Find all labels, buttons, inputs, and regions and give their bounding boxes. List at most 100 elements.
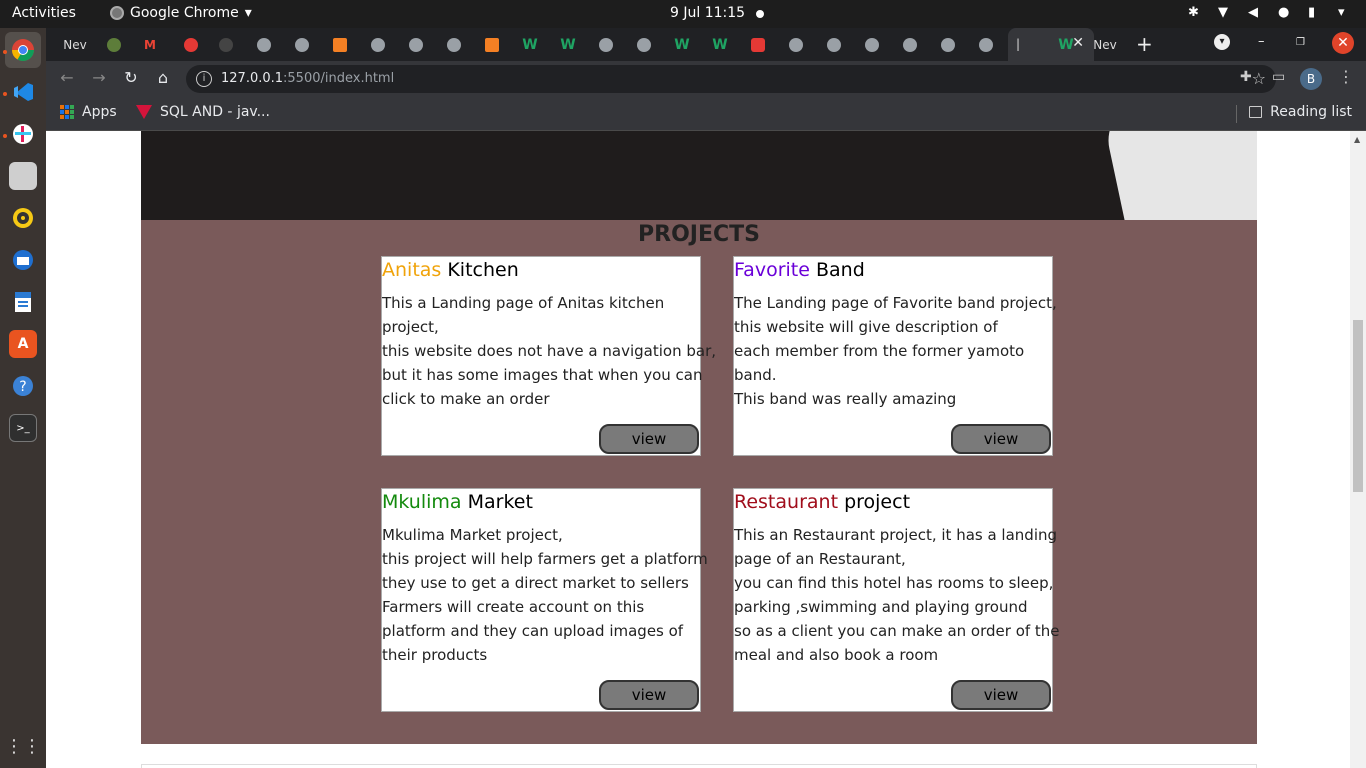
dock-terminal-icon[interactable]: >_ — [9, 414, 37, 442]
card-line: Farmers will create account on this — [382, 598, 645, 616]
activities-button[interactable]: Activities — [12, 5, 76, 21]
tree-favicon-icon — [107, 38, 121, 52]
tab[interactable] — [898, 34, 922, 56]
tab[interactable]: W — [1054, 34, 1078, 56]
tab[interactable] — [176, 34, 206, 56]
bookmark-star-icon[interactable]: ☆ — [1252, 69, 1266, 88]
dock-chrome-icon[interactable] — [5, 32, 41, 68]
forward-arrow-icon[interactable]: → — [88, 68, 110, 87]
hero-image — [141, 131, 1257, 220]
scroll-up-arrow-icon[interactable]: ▲ — [1354, 135, 1360, 144]
dock-writer-icon[interactable] — [9, 288, 37, 316]
w3schools-favicon-icon: W — [522, 37, 538, 53]
running-indicator — [3, 134, 7, 138]
back-arrow-icon[interactable]: ← — [56, 68, 78, 87]
profile-avatar[interactable]: B — [1300, 68, 1322, 90]
show-applications-icon[interactable]: ⋮⋮ — [5, 732, 41, 760]
bookmark-apps[interactable]: Apps — [60, 104, 117, 120]
minimize-icon[interactable]: – — [1258, 34, 1265, 49]
tab[interactable] — [784, 34, 808, 56]
tab[interactable] — [328, 34, 352, 56]
tab[interactable]: Nev — [1090, 34, 1120, 56]
tab-search-icon[interactable]: ▾ — [1214, 34, 1230, 50]
reload-icon[interactable]: ↻ — [120, 68, 142, 87]
gmail-favicon-icon: M — [144, 38, 156, 52]
section-title: PROJECTS — [638, 222, 760, 247]
tab[interactable] — [442, 34, 466, 56]
tab[interactable] — [102, 34, 126, 56]
tab[interactable] — [214, 34, 238, 56]
active-tab[interactable]: | ✕ — [1008, 28, 1094, 61]
card-title-rest: Market — [461, 491, 533, 513]
w3schools-favicon-icon: W — [712, 37, 728, 53]
tab[interactable] — [860, 34, 884, 56]
restore-icon[interactable]: ❐ — [1296, 37, 1305, 48]
view-button[interactable]: view — [951, 424, 1051, 454]
dock-vscode-icon[interactable] — [9, 78, 37, 106]
tab[interactable]: W — [670, 34, 694, 56]
page-scrollbar[interactable]: ▲ — [1350, 131, 1366, 768]
system-tray[interactable]: ✱ ▼ ◀ ● ▮ ▾ — [1188, 5, 1352, 20]
power-menu-icon[interactable]: ▾ — [1338, 5, 1352, 20]
tab[interactable] — [822, 34, 846, 56]
active-tab-label: | — [1016, 37, 1021, 51]
scrollbar-thumb[interactable] — [1353, 320, 1363, 492]
cast-icon[interactable]: ▭ — [1272, 69, 1285, 85]
project-card-anitas: Anitas Kitchen This a Landing page of An… — [381, 256, 716, 456]
tab[interactable] — [632, 34, 656, 56]
page-viewport: PROJECTS Anitas Kitchen This a Landing p… — [46, 131, 1350, 768]
tab-label: Nev — [63, 38, 87, 52]
extensions-puzzle-icon[interactable]: ✚ — [1240, 69, 1252, 85]
tab[interactable] — [594, 34, 618, 56]
bookmark-sql[interactable]: SQL AND - jav... — [136, 104, 270, 120]
reading-list-button[interactable]: Reading list — [1249, 104, 1352, 120]
tab[interactable] — [746, 34, 770, 56]
battery-icon[interactable]: ▮ — [1308, 5, 1322, 20]
globe-favicon-icon — [865, 38, 879, 52]
dock-rhythmbox-icon[interactable] — [9, 204, 37, 232]
card-line: The Landing page of Favorite band projec… — [734, 294, 1057, 312]
tab[interactable]: M — [138, 34, 162, 56]
slack-tray-icon[interactable]: ✱ — [1188, 5, 1202, 20]
card-title-highlight: Favorite — [734, 259, 810, 281]
microphone-icon[interactable]: ● — [1278, 5, 1292, 20]
url-host: 127.0.0.1 — [221, 71, 284, 86]
card-title-highlight: Restaurant — [734, 491, 839, 513]
view-button[interactable]: view — [599, 424, 699, 454]
card-title-rest: Kitchen — [441, 259, 519, 281]
address-bar[interactable]: i 127.0.0.1:5500/index.html ☆ — [186, 65, 1276, 93]
tab[interactable] — [290, 34, 314, 56]
url-text[interactable]: 127.0.0.1:5500/index.html — [221, 71, 394, 86]
tab[interactable] — [974, 34, 998, 56]
app-menu[interactable]: Google Chrome ▾ — [110, 5, 252, 21]
tab[interactable] — [936, 34, 960, 56]
site-info-icon[interactable]: i — [196, 71, 212, 87]
volume-icon[interactable]: ◀ — [1248, 5, 1262, 20]
card-title: Restaurant project — [734, 489, 1052, 519]
view-button[interactable]: view — [951, 680, 1051, 710]
new-tab-plus-icon[interactable]: + — [1136, 32, 1153, 56]
tab[interactable]: Nev — [60, 34, 90, 56]
clock[interactable]: 9 Jul 11:15 — [670, 5, 745, 21]
tab-label: Nev — [1093, 38, 1117, 52]
kebab-menu-icon[interactable]: ⋮ — [1338, 67, 1354, 86]
tab[interactable]: W — [518, 34, 542, 56]
close-window-icon[interactable]: ✕ — [1332, 32, 1354, 54]
dock-slack-icon[interactable] — [9, 120, 37, 148]
dock-software-center-icon[interactable]: A — [9, 330, 37, 358]
tab[interactable] — [366, 34, 390, 56]
v-logo-icon — [136, 105, 152, 119]
tab[interactable] — [252, 34, 276, 56]
tab[interactable]: W — [556, 34, 580, 56]
dock-files-icon[interactable] — [9, 162, 37, 190]
app-menu-label: Google Chrome — [130, 5, 239, 21]
tab[interactable] — [404, 34, 428, 56]
home-icon[interactable]: ⌂ — [152, 68, 174, 87]
view-button[interactable]: view — [599, 680, 699, 710]
w3schools-favicon-icon: W — [1058, 37, 1074, 53]
dock-thunderbird-icon[interactable] — [9, 246, 37, 274]
wifi-icon[interactable]: ▼ — [1218, 5, 1232, 20]
dock-help-icon[interactable]: ? — [9, 372, 37, 400]
tab[interactable] — [480, 34, 504, 56]
tab[interactable]: W — [708, 34, 732, 56]
